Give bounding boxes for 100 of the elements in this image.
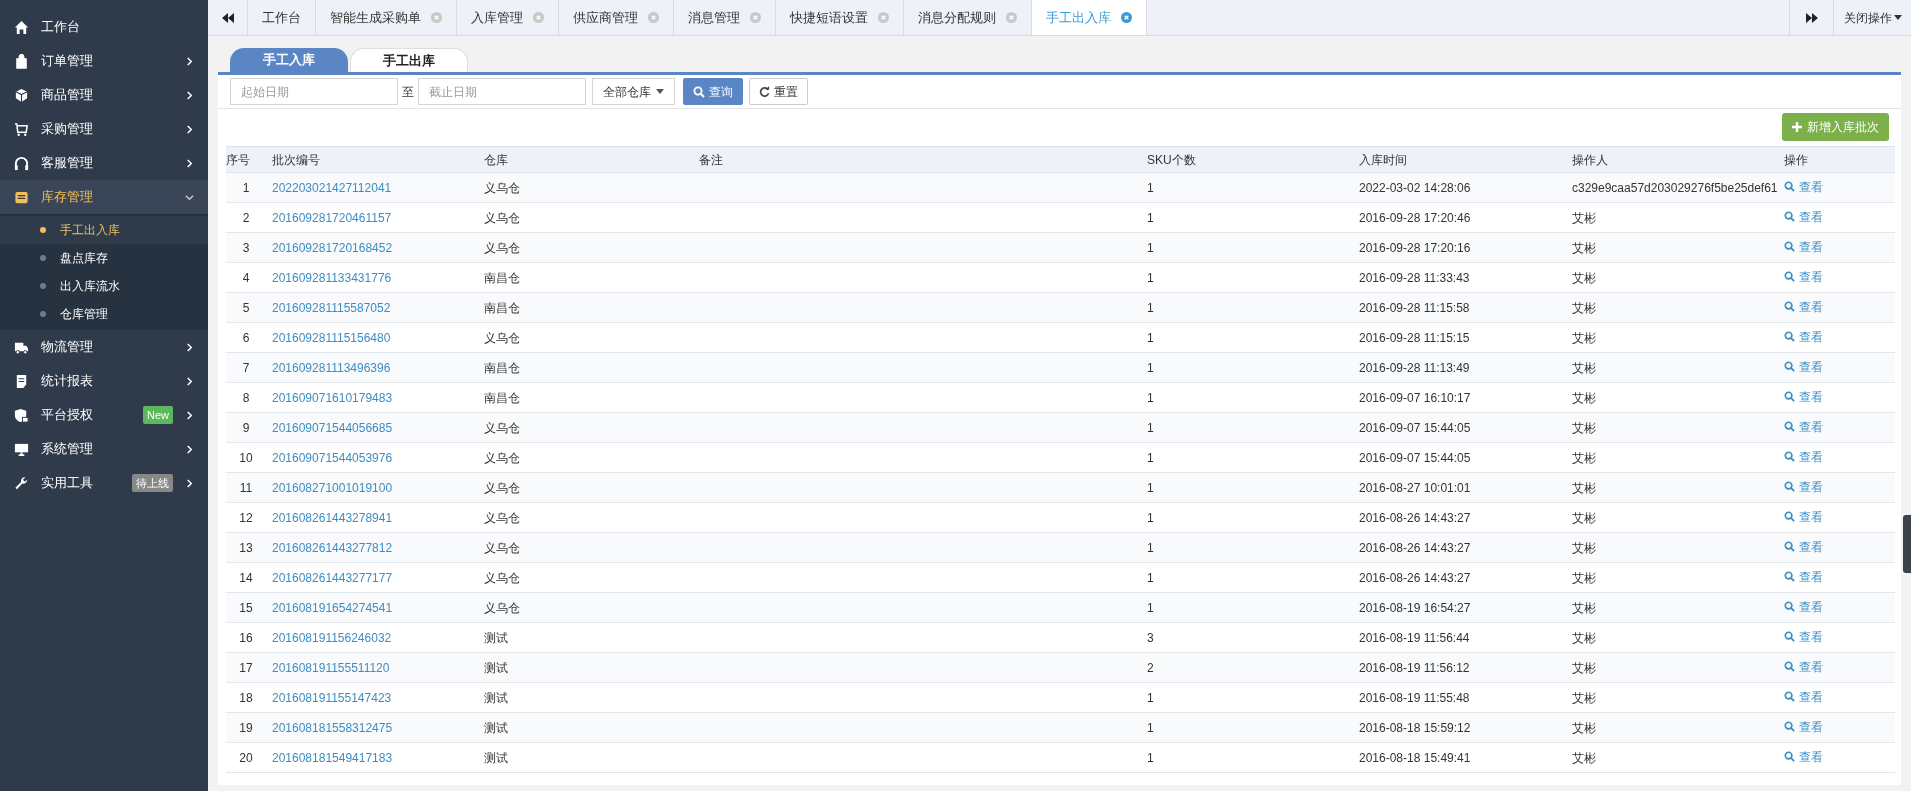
submenu-item[interactable]: 仓库管理 [0, 300, 208, 328]
batch-number-link[interactable]: 201609281133431776 [272, 270, 392, 285]
view-link[interactable]: 查看 [1784, 357, 1823, 376]
sidebar-item[interactable]: 采购管理 [0, 112, 208, 146]
chevron-right-icon [185, 90, 194, 100]
batch-number-link[interactable]: 201608261443277177 [272, 570, 393, 585]
batch-number-link[interactable]: 201609281115156480 [272, 330, 391, 345]
table-cell: 17 [226, 652, 266, 683]
table-cell: 2016-09-28 17:20:16 [1353, 232, 1566, 263]
table-cell: 测试 [478, 712, 693, 743]
batch-number-link[interactable]: 201608191654274541 [272, 600, 393, 615]
sidebar-item[interactable]: 库存管理 [0, 180, 208, 214]
view-link[interactable]: 查看 [1784, 207, 1823, 226]
tab[interactable]: 消息管理 [674, 0, 776, 35]
table-cell: 2016-09-28 11:15:15 [1353, 322, 1566, 353]
view-link[interactable]: 查看 [1784, 447, 1823, 466]
subtab[interactable]: 手工入库 [230, 48, 348, 72]
sidebar-item[interactable]: 工作台 [0, 10, 208, 44]
sidebar-item[interactable]: 商品管理 [0, 78, 208, 112]
table-cell: 2016-09-28 11:15:58 [1353, 292, 1566, 323]
batch-number-link[interactable]: 201608191155511120 [272, 660, 390, 675]
view-link[interactable]: 查看 [1784, 537, 1823, 556]
search-icon [1784, 541, 1795, 553]
view-link[interactable]: 查看 [1784, 297, 1823, 316]
batch-number-link[interactable]: 201609281720168452 [272, 240, 393, 255]
tab[interactable]: 智能生成采购单 [316, 0, 457, 35]
sidebar-item[interactable]: 客服管理 [0, 146, 208, 180]
view-link[interactable]: 查看 [1784, 717, 1823, 736]
sidebar-item[interactable]: 统计报表 [0, 364, 208, 398]
table-cell: 南昌仓 [478, 352, 693, 383]
view-link[interactable]: 查看 [1784, 267, 1823, 286]
sidebar-item[interactable]: 系统管理 [0, 432, 208, 466]
tab[interactable]: 快捷短语设置 [776, 0, 904, 35]
view-link[interactable]: 查看 [1784, 387, 1823, 406]
query-button[interactable]: 查询 [683, 78, 743, 105]
view-link[interactable]: 查看 [1784, 567, 1823, 586]
view-link[interactable]: 查看 [1784, 687, 1823, 706]
view-link[interactable]: 查看 [1784, 417, 1823, 436]
table-cell: 义乌仓 [478, 592, 693, 623]
batch-number-link[interactable]: 202203021427112041 [272, 180, 392, 195]
table-cell: 1 [1141, 322, 1353, 353]
headphones-icon [14, 155, 29, 171]
reset-button[interactable]: 重置 [749, 78, 808, 105]
tab[interactable]: 手工出入库 [1032, 0, 1147, 35]
tab[interactable]: 供应商管理 [559, 0, 674, 35]
search-icon [1784, 331, 1795, 343]
end-date-field[interactable]: 截止日期 [418, 78, 586, 105]
batch-number-link[interactable]: 201609071544053976 [272, 450, 393, 465]
table-cell: 2016-08-19 11:56:12 [1353, 652, 1566, 683]
sidebar-item[interactable]: 平台授权 New [0, 398, 208, 432]
view-link[interactable]: 查看 [1784, 477, 1823, 496]
start-date-field[interactable]: 起始日期 [230, 78, 398, 105]
cube-icon [14, 87, 29, 103]
batch-number-link[interactable]: 201608191155147423 [272, 690, 392, 705]
batch-number-link[interactable]: 201608191156246032 [272, 630, 392, 645]
sidebar-item[interactable]: 物流管理 [0, 330, 208, 364]
batch-number-link[interactable]: 201609071544056685 [272, 420, 393, 435]
batch-number-link[interactable]: 201609281720461157 [272, 210, 392, 225]
table-cell: 2016-08-26 14:43:27 [1353, 562, 1566, 593]
table-cell: 7 [226, 352, 266, 383]
view-link[interactable]: 查看 [1784, 507, 1823, 526]
subtab[interactable]: 手工出库 [350, 48, 468, 72]
batch-number-link[interactable]: 201608271001019100 [272, 480, 393, 495]
view-link[interactable]: 查看 [1784, 747, 1823, 766]
warehouse-dropdown[interactable]: 全部仓库 [592, 78, 675, 105]
batch-number-link[interactable]: 201609281113496396 [272, 360, 391, 375]
sidebar-item[interactable]: 实用工具 待上线 [0, 466, 208, 500]
chevron-right-icon [185, 342, 194, 352]
table-cell: 2016-08-19 16:54:27 [1353, 592, 1566, 623]
batch-number-link[interactable]: 201608261443277812 [272, 540, 393, 555]
batch-number-link[interactable]: 201609071610179483 [272, 390, 393, 405]
table-cell: 2022-03-02 14:28:06 [1353, 172, 1566, 203]
tab[interactable]: 入库管理 [457, 0, 559, 35]
submenu-item[interactable]: 出入库流水 [0, 272, 208, 300]
table-cell: 20 [226, 742, 266, 773]
column-header: 序号 [226, 146, 266, 173]
document-icon [14, 373, 29, 389]
table-cell: 2016-08-19 11:55:48 [1353, 682, 1566, 713]
table-cell: 义乌仓 [478, 502, 693, 533]
view-link[interactable]: 查看 [1784, 657, 1823, 676]
batch-number-link[interactable]: 201609281115587052 [272, 300, 391, 315]
close-operations-dropdown[interactable]: 关闭操作 [1833, 0, 1911, 35]
batch-number-link[interactable]: 201608261443278941 [272, 510, 393, 525]
view-link[interactable]: 查看 [1784, 237, 1823, 256]
submenu-item[interactable]: 手工出入库 [0, 216, 208, 244]
submenu-item[interactable]: 盘点库存 [0, 244, 208, 272]
batch-number-link[interactable]: 201608181549417183 [272, 750, 393, 765]
add-batch-button[interactable]: 新增入库批次 [1782, 113, 1889, 141]
batch-number-link[interactable]: 201608181558312475 [272, 720, 393, 735]
view-link[interactable]: 查看 [1784, 627, 1823, 646]
view-link[interactable]: 查看 [1784, 597, 1823, 616]
view-link[interactable]: 查看 [1784, 177, 1823, 196]
dot-icon [40, 255, 46, 261]
scroll-handle[interactable] [1903, 515, 1911, 573]
tab[interactable]: 工作台 [248, 0, 316, 35]
table-cell: 义乌仓 [478, 472, 693, 503]
sidebar-item[interactable]: 订单管理 [0, 44, 208, 78]
view-link[interactable]: 查看 [1784, 327, 1823, 346]
table-cell: 1 [1141, 562, 1353, 593]
shopping-bag-icon [14, 53, 29, 69]
